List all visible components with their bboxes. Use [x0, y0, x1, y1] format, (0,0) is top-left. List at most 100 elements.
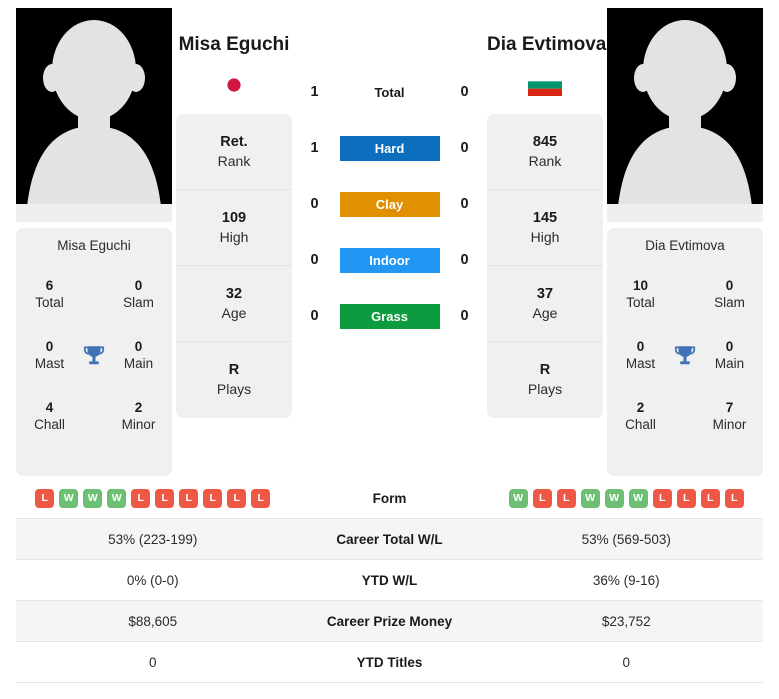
right-form-badges: WLLWWWLLLL	[508, 488, 744, 508]
label: Main	[123, 355, 154, 371]
form-badge-win: W	[604, 488, 624, 508]
form-badge-loss: L	[532, 488, 552, 508]
right-stat-rank: 845 Rank	[487, 114, 603, 190]
h2h-right-hard: 0	[460, 140, 469, 156]
left-stats-card: Ret. Rank 109 High 32 Age R Plays	[176, 114, 292, 418]
value: 4	[45, 400, 54, 416]
right-stat-age: 37 Age	[487, 266, 603, 342]
value: 10	[632, 277, 649, 293]
form-badge-loss: L	[724, 488, 744, 508]
right-ytd-wl: 36% (9-16)	[592, 572, 660, 588]
label: Slam	[123, 294, 154, 310]
form-badge-win: W	[580, 488, 600, 508]
left-title-total: 6 Total	[22, 278, 77, 312]
h2h-left-clay: 0	[310, 196, 319, 212]
right-title-main: 0 Main	[702, 339, 757, 373]
value: 0	[725, 277, 734, 293]
label: Mast	[625, 355, 656, 371]
table-row-form: LWWWLLLLLL Form WLLWWWLLLL	[16, 478, 763, 519]
left-title-mast: 0 Mast	[22, 339, 77, 373]
value: 0	[636, 339, 645, 355]
value: 2	[134, 400, 143, 416]
h2h-left-indoor: 0	[310, 252, 319, 268]
left-titles-grid: 6 Total 0 Slam 0 Mast 0 Main 4 Chall 2 M…	[22, 271, 166, 441]
right-card-player-name: Dia Evtimova	[645, 238, 725, 253]
value: 845	[532, 133, 558, 150]
value: 0	[725, 339, 734, 355]
value: R	[539, 362, 551, 379]
value: 7	[725, 400, 734, 416]
right-player-info: Dia Evtimova 845 Rank 145 High 37 Age R …	[487, 8, 607, 418]
label: High	[530, 228, 560, 245]
label-ytd-wl: YTD W/L	[361, 572, 418, 588]
form-badge-loss: L	[700, 488, 720, 508]
label: Age	[532, 304, 558, 321]
right-stat-plays: R Plays	[487, 342, 603, 418]
right-title-chall: 2 Chall	[613, 400, 668, 434]
left-title-minor: 2 Minor	[111, 400, 166, 434]
right-title-mast: 0 Mast	[613, 339, 668, 373]
form-badge-loss: L	[35, 488, 55, 508]
left-stat-age: 32 Age	[176, 266, 292, 342]
form-badge-loss: L	[131, 488, 151, 508]
left-form-badges: LWWWLLLLLL	[35, 488, 271, 508]
h2h-left-grass: 0	[310, 308, 319, 324]
label: Plays	[216, 381, 252, 398]
label: Mast	[34, 355, 65, 371]
bulgaria-flag-icon	[528, 74, 562, 96]
surface-badge-grass: Grass	[339, 303, 440, 329]
table-row-ytd-titles: 0 YTD Titles 0	[16, 642, 763, 683]
right-title-slam: 0 Slam	[702, 278, 757, 312]
left-title-chall: 4 Chall	[22, 400, 77, 434]
left-stat-plays: R Plays	[176, 342, 292, 418]
label: Main	[714, 355, 745, 371]
form-badge-loss: L	[179, 488, 199, 508]
left-stat-high: 109 High	[176, 190, 292, 266]
label: Age	[221, 304, 247, 321]
right-prize-money: $23,752	[601, 613, 651, 629]
right-player-name: Dia Evtimova	[487, 34, 607, 55]
comparison-table: LWWWLLLLLL Form WLLWWWLLLL 53% (223-199)…	[0, 478, 779, 683]
left-flag-wrap	[176, 66, 292, 104]
table-row-career-wl: 53% (223-199) Career Total W/L 53% (569-…	[16, 519, 763, 560]
value: 109	[221, 209, 247, 226]
label: Plays	[527, 381, 563, 398]
surface-badge-indoor: Indoor	[339, 247, 440, 273]
left-card-player-name: Misa Eguchi	[57, 238, 131, 253]
left-form-cell: LWWWLLLLLL	[16, 488, 290, 508]
form-badge-win: W	[508, 488, 528, 508]
value: 6	[45, 277, 54, 293]
form-badge-loss: L	[652, 488, 672, 508]
right-titles-grid: 10 Total 0 Slam 0 Mast 0 Main 2 Chall 7 …	[613, 271, 757, 441]
label: Rank	[528, 152, 562, 169]
form-badge-loss: L	[251, 488, 271, 508]
label: Chall	[625, 417, 656, 433]
label-ytd-titles: YTD Titles	[356, 654, 423, 670]
value: Ret.	[220, 133, 248, 150]
right-ytd-titles: 0	[622, 654, 630, 670]
left-ytd-titles: 0	[148, 654, 157, 670]
left-ytd-wl: 0% (0-0)	[126, 572, 179, 588]
label: Slam	[714, 294, 745, 310]
h2h-right-clay: 0	[460, 196, 469, 212]
h2h-right-grass: 0	[460, 308, 469, 324]
value: 0	[45, 339, 54, 355]
label: Minor	[121, 417, 156, 433]
left-title-slam: 0 Slam	[111, 278, 166, 312]
right-flag-wrap	[487, 66, 603, 104]
right-stats-card: 845 Rank 145 High 37 Age R Plays	[487, 114, 603, 418]
label-prize-money: Career Prize Money	[326, 613, 453, 629]
left-player-info: Misa Eguchi Ret. Rank 109 High 32 Age R …	[176, 8, 292, 418]
left-player-avatar	[16, 8, 172, 222]
h2h-left-hard: 1	[310, 140, 319, 156]
value: 32	[225, 285, 243, 302]
trophy-icon	[77, 343, 111, 369]
h2h-right-indoor: 0	[460, 252, 469, 268]
form-badge-win: W	[107, 488, 127, 508]
label: Total	[626, 294, 655, 310]
h2h-row-hard: 1 Hard 0	[302, 120, 478, 176]
right-title-total: 10 Total	[613, 278, 668, 312]
value: 0	[134, 339, 143, 355]
h2h-row-grass: 0 Grass 0	[302, 288, 478, 344]
value: 145	[532, 209, 558, 226]
